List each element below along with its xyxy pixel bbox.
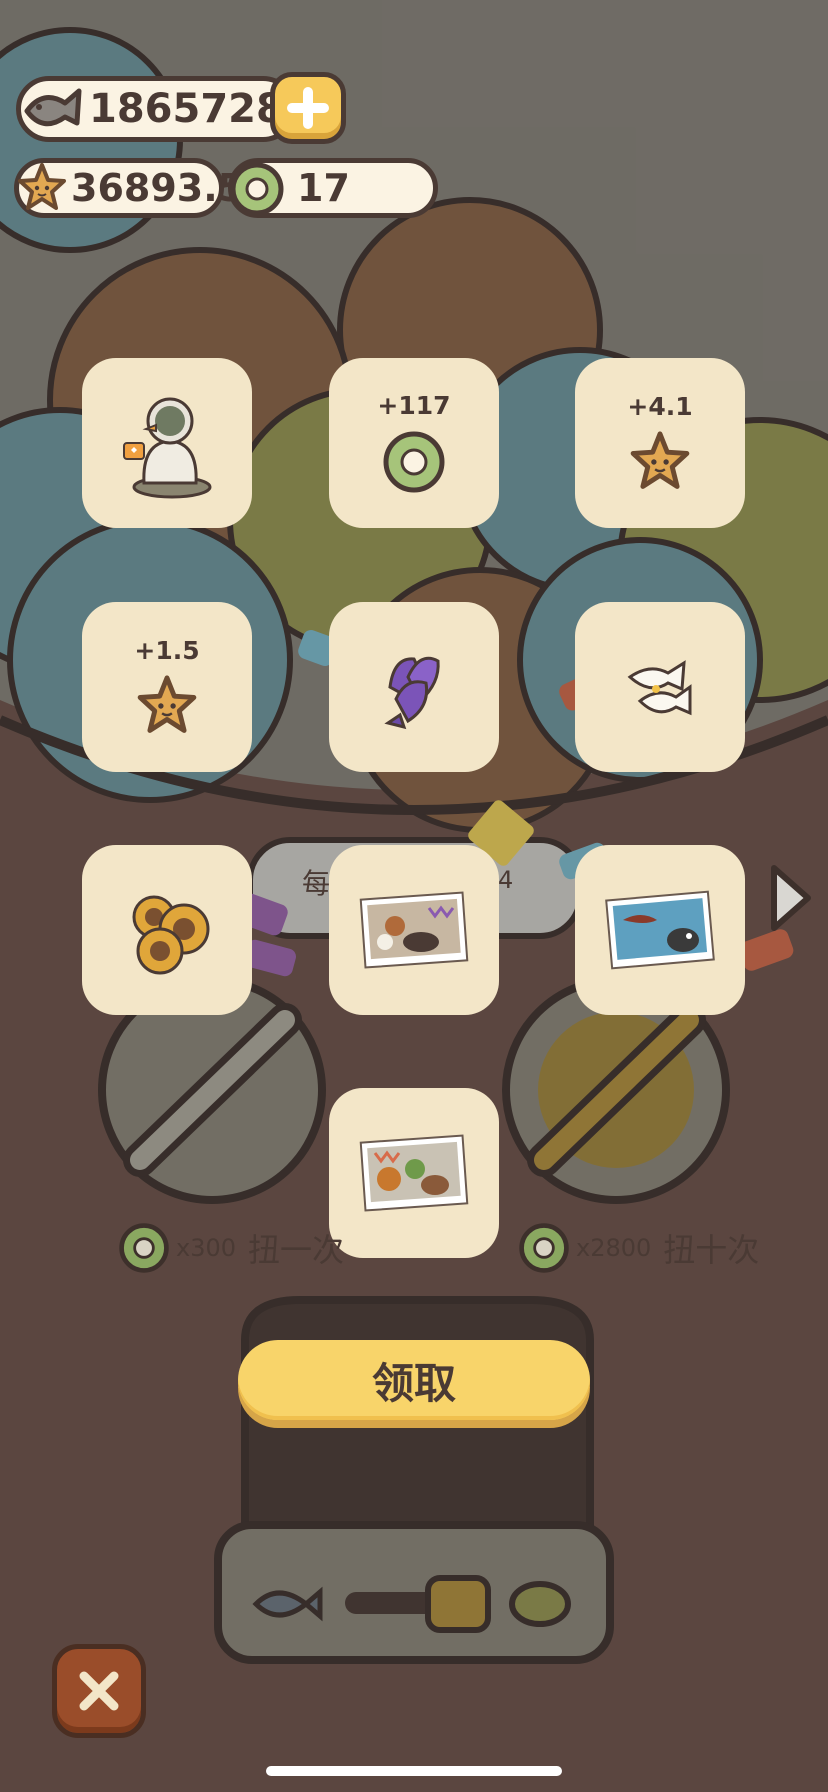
reward-icon bbox=[610, 637, 710, 737]
ring-coin-icon bbox=[119, 1223, 169, 1273]
reward-card-coins: +117 bbox=[329, 358, 499, 528]
photo-card-ocean-icon bbox=[605, 890, 715, 970]
star-currency-display: 36893.5 bbox=[14, 158, 244, 218]
fish-icon bbox=[24, 88, 82, 127]
close-icon bbox=[79, 1671, 119, 1711]
reward-amount: +1.5 bbox=[134, 635, 200, 665]
next-page-arrow-icon[interactable] bbox=[766, 862, 814, 934]
reward-card-photo-ocean bbox=[575, 845, 745, 1015]
reward-icon bbox=[627, 429, 693, 495]
sunflower-bouquet-icon bbox=[132, 895, 210, 975]
fish-amount: 1865728 bbox=[89, 86, 284, 132]
reward-amount: +117 bbox=[377, 390, 451, 420]
reward-card-purple-fish bbox=[329, 602, 499, 772]
photo-card-friends-icon bbox=[359, 1134, 469, 1212]
reward-card-stars-small: +1.5 bbox=[82, 602, 252, 772]
spin-once-label: 扭一次 bbox=[248, 1231, 345, 1269]
price-info-text-right: 4 bbox=[498, 866, 514, 894]
ring-coin-icon bbox=[230, 162, 284, 216]
ring-coin-icon bbox=[383, 431, 445, 492]
reward-card-white-fish bbox=[575, 602, 745, 772]
close-button[interactable] bbox=[52, 1644, 146, 1738]
reward-icon bbox=[605, 890, 715, 970]
spin-once-cost: x300 bbox=[176, 1234, 237, 1262]
ring-coin-icon bbox=[519, 1223, 569, 1273]
coin-amount: 17 bbox=[297, 166, 350, 210]
reward-card-photo-friends bbox=[329, 1088, 499, 1258]
reward-icon bbox=[112, 383, 222, 503]
spin-ten-label: 扭十次 bbox=[663, 1231, 760, 1269]
reward-icon bbox=[364, 637, 464, 737]
white-fish-bones-icon bbox=[627, 660, 692, 716]
purple-fish-icon bbox=[384, 656, 440, 730]
photo-card-party-icon bbox=[359, 891, 469, 969]
reward-card-sunflowers bbox=[82, 845, 252, 1015]
reward-icon bbox=[112, 875, 222, 985]
reward-card-stars: +4.1 bbox=[575, 358, 745, 528]
star-amount: 36893.5 bbox=[71, 166, 245, 210]
add-fish-button[interactable] bbox=[270, 72, 346, 144]
reward-icon bbox=[359, 890, 469, 970]
reward-icon bbox=[380, 428, 448, 496]
price-info-text-left: 每 bbox=[302, 867, 331, 900]
spin-ten-option[interactable]: x2800 扭十次 bbox=[516, 1220, 759, 1276]
duck-astronaut-figure-icon bbox=[123, 397, 212, 499]
home-indicator[interactable] bbox=[266, 1766, 562, 1776]
spin-once-option[interactable]: x300 扭一次 bbox=[116, 1220, 344, 1276]
star-face-icon bbox=[137, 674, 197, 733]
fish-currency-display: 1865728 bbox=[16, 76, 296, 142]
reward-amount: +4.1 bbox=[627, 391, 693, 421]
reward-card-duck-figure bbox=[82, 358, 252, 528]
coin-currency-display: 17 bbox=[228, 158, 438, 218]
plus-icon bbox=[287, 87, 329, 129]
reward-icon bbox=[359, 1133, 469, 1213]
star-face-icon bbox=[18, 163, 66, 210]
star-face-icon bbox=[630, 430, 690, 489]
claim-button[interactable]: 领取 bbox=[238, 1340, 590, 1420]
reward-card-photo-party bbox=[329, 845, 499, 1015]
spin-ten-cost: x2800 bbox=[576, 1234, 652, 1262]
reward-icon bbox=[134, 673, 200, 739]
